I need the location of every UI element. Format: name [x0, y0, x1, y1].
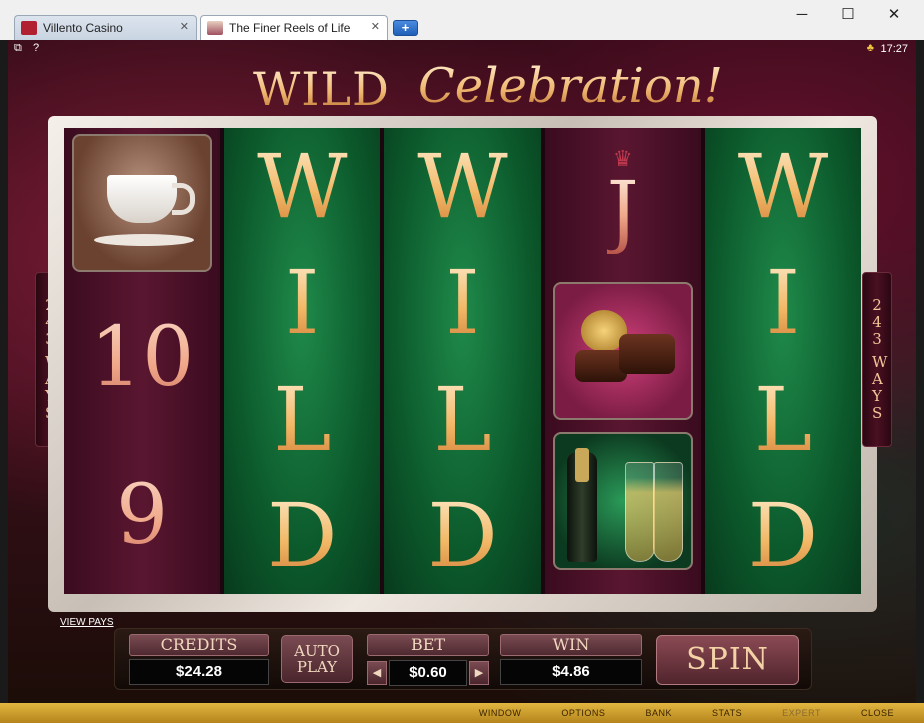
credits-label: CREDITS	[129, 634, 269, 656]
tab-label: The Finer Reels of Life	[229, 21, 351, 35]
coffee-cup-icon	[107, 175, 196, 223]
menu-close[interactable]: CLOSE	[861, 708, 894, 718]
menu-expert: EXPERT	[782, 708, 821, 718]
bet-increase-button[interactable]: ▶	[469, 661, 489, 685]
close-window-button[interactable]: ✕	[880, 4, 908, 26]
wild-letter: W	[224, 128, 380, 245]
maximize-button[interactable]: ☐	[834, 4, 862, 26]
ten-symbol: 10	[64, 278, 220, 436]
bet-value: $0.60	[389, 660, 467, 686]
wild-letter: D	[705, 478, 861, 595]
new-tab-button[interactable]: +	[393, 20, 418, 36]
wild-letter: L	[384, 361, 540, 478]
slot-game: ⧉ ? ♣ 17:27 WILD Celebration! 243 WAYS 1…	[8, 40, 916, 703]
wild-letter: I	[384, 245, 540, 362]
game-favicon-icon	[207, 21, 223, 35]
glass-icon	[624, 462, 655, 562]
nine-symbol: 9	[64, 436, 220, 594]
autoplay-label-line1: AUTO	[294, 642, 340, 660]
wild-letter: I	[224, 245, 380, 362]
chocolates-symbol	[552, 282, 693, 420]
tab-close-icon[interactable]: ✕	[371, 20, 380, 33]
game-title-celebration: Celebration!	[418, 58, 723, 114]
tab-close-icon[interactable]: ✕	[180, 20, 189, 33]
champagne-symbol	[552, 432, 693, 570]
tab-finer-reels[interactable]: The Finer Reels of Life ✕	[200, 15, 388, 40]
autoplay-button[interactable]: AUTO PLAY	[281, 635, 353, 683]
jack-letter: J	[606, 164, 639, 257]
ways-number: 243	[872, 296, 882, 348]
browser-titlebar: Villento Casino ✕ The Finer Reels of Lif…	[0, 0, 924, 40]
reel-frame: 10 9 W I L D W I L D ♛ J W I L D	[48, 116, 877, 612]
wild-letter: I	[705, 245, 861, 362]
wild-letter: W	[384, 128, 540, 245]
reel-4: ♛ J	[544, 128, 701, 594]
win-label: WIN	[500, 634, 642, 656]
menu-stats[interactable]: STATS	[712, 708, 742, 718]
reels: 10 9 W I L D W I L D ♛ J W I L D	[64, 128, 862, 595]
win-value: $4.86	[500, 659, 642, 685]
bet-label: BET	[367, 634, 489, 656]
menu-bank[interactable]: BANK	[645, 708, 672, 718]
bell-icon: ♣	[866, 42, 874, 54]
tab-villento-casino[interactable]: Villento Casino ✕	[14, 15, 197, 40]
bet-decrease-button[interactable]: ◀	[367, 661, 387, 685]
clock: 17:27	[880, 43, 908, 55]
minimize-button[interactable]: ─	[788, 4, 816, 26]
reel-5-wild: W I L D	[704, 128, 862, 595]
wild-letter: L	[224, 361, 380, 478]
reel-3-wild: W I L D	[384, 128, 541, 595]
ways-indicator-right: 243 WAYS	[862, 272, 892, 447]
coffee-cup-symbol	[72, 134, 213, 272]
glass-icon	[652, 462, 683, 562]
champagne-bottle-icon	[566, 448, 597, 562]
reel-2-wild: W I L D	[224, 128, 381, 595]
menu-options[interactable]: OPTIONS	[561, 708, 605, 718]
autoplay-label-line2: PLAY	[296, 658, 338, 676]
menu-window[interactable]: WINDOW	[479, 708, 522, 718]
game-menu-bar: WINDOW OPTIONS BANK STATS EXPERT CLOSE	[0, 703, 924, 723]
wild-letter: W	[705, 128, 861, 245]
wild-letter: L	[705, 361, 861, 478]
view-pays-link[interactable]: VIEW PAYS	[60, 617, 114, 628]
jack-symbol: ♛ J	[545, 128, 701, 276]
wild-letter: D	[224, 478, 380, 595]
control-panel: CREDITS $24.28 AUTO PLAY BET ◀ $0.60 ▶ W…	[114, 628, 812, 690]
wild-letter: D	[384, 478, 540, 595]
spin-button[interactable]: SPIN	[656, 635, 799, 685]
copy-icon[interactable]: ⧉	[14, 42, 22, 55]
villento-favicon-icon	[21, 21, 37, 35]
reel-1: 10 9	[64, 128, 221, 594]
game-title-wild: WILD	[253, 62, 390, 116]
ways-word: WAYS	[872, 353, 888, 422]
tab-label: Villento Casino	[43, 21, 123, 35]
credits-value: $24.28	[129, 659, 269, 685]
help-icon[interactable]: ?	[33, 42, 39, 54]
